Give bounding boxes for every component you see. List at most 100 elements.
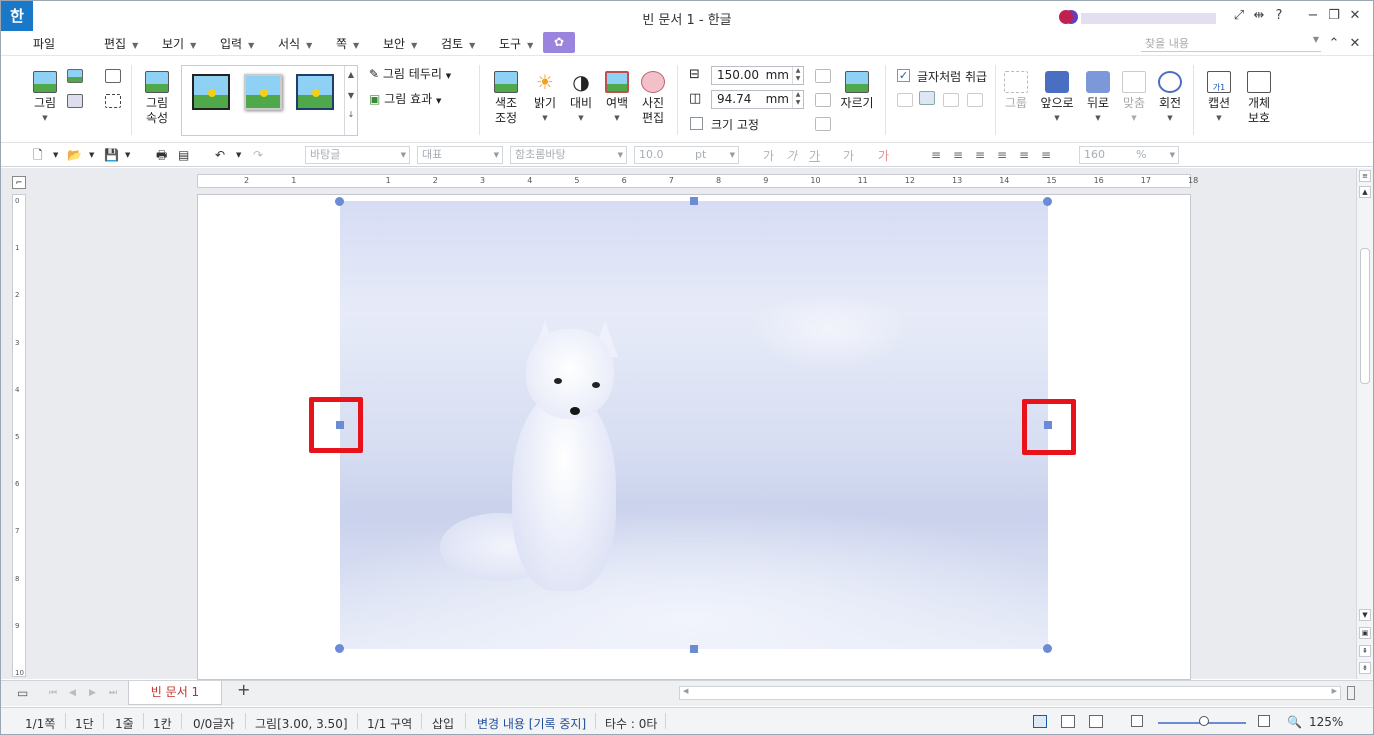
italic-button[interactable]: 가 bbox=[786, 147, 797, 164]
menu-file[interactable]: 파일 bbox=[33, 35, 55, 53]
insert-picture-button[interactable]: 그림 ▼ bbox=[29, 71, 61, 126]
picture-style-3[interactable] bbox=[296, 74, 334, 110]
page-view-button[interactable] bbox=[1033, 715, 1047, 728]
vertical-scrollbar[interactable]: ≡ ▲ ▼ ▣ ⇞ ⇟ bbox=[1356, 168, 1373, 679]
preview-icon[interactable]: ▤ bbox=[178, 147, 189, 163]
find-input[interactable]: 찾을 내용 ▼ bbox=[1141, 35, 1321, 52]
menu-format[interactable]: 서식 ▼ bbox=[278, 35, 312, 53]
menu-page[interactable]: 쪽 ▼ bbox=[336, 35, 359, 53]
menu-review[interactable]: 검토 ▼ bbox=[441, 35, 475, 53]
highlight-button[interactable]: 가 bbox=[878, 147, 889, 164]
fullscreen-icon[interactable]: ⤢ bbox=[1231, 8, 1247, 23]
save-icon[interactable]: 💾 bbox=[104, 147, 119, 163]
picture-layout-icon[interactable] bbox=[67, 94, 83, 108]
doc-tab[interactable]: 빈 문서 1 bbox=[128, 681, 222, 705]
align-button[interactable]: 맞춤 ▼ bbox=[1119, 71, 1149, 126]
align-center-icon[interactable]: ≡ bbox=[997, 147, 1007, 163]
zoom-out-icon[interactable] bbox=[1131, 715, 1143, 727]
scroll-up-icon[interactable]: ▲ bbox=[1359, 186, 1371, 198]
font-color-button[interactable]: 가 bbox=[843, 147, 854, 164]
selected-picture[interactable] bbox=[340, 201, 1048, 649]
width-fit-button[interactable] bbox=[1061, 715, 1075, 728]
picture-style-1[interactable] bbox=[192, 74, 230, 110]
collapse-ribbon-icon[interactable]: ⌃ bbox=[1326, 36, 1342, 51]
next-page-icon[interactable]: ⇟ bbox=[1359, 662, 1371, 674]
magnifier-icon[interactable]: 🔍 bbox=[1287, 715, 1302, 729]
zoom-slider-knob[interactable] bbox=[1199, 716, 1209, 726]
chevron-down-icon[interactable]: ▼ bbox=[1313, 35, 1319, 44]
resize-handle-bottom-right[interactable] bbox=[1043, 644, 1052, 653]
open-folder-icon[interactable]: 📂 bbox=[67, 147, 82, 163]
bring-front-button[interactable]: 앞으로 ▼ bbox=[1039, 71, 1075, 126]
prev-tab-icon[interactable]: ◀ bbox=[69, 685, 76, 701]
status-track-changes[interactable]: 변경 내용 [기록 중지] bbox=[477, 715, 586, 732]
scroll-left-icon[interactable]: ◀ bbox=[683, 687, 688, 695]
picture-context-tab[interactable]: ✿ bbox=[543, 32, 575, 53]
picture-style-2[interactable] bbox=[244, 74, 282, 110]
picture-effect-button[interactable]: ▣ 그림 효과 ▼ bbox=[369, 92, 441, 109]
scroll-right-icon[interactable]: ▶ bbox=[1332, 687, 1337, 695]
brightness-button[interactable]: ☀ 밝기 ▼ bbox=[531, 71, 559, 126]
wrap-square-icon[interactable] bbox=[897, 93, 913, 107]
new-doc-icon[interactable]: 🗋 bbox=[33, 147, 43, 163]
full-page-button[interactable] bbox=[1089, 715, 1103, 728]
group-button[interactable]: 그룹 bbox=[1001, 71, 1031, 111]
change-picture-icon[interactable] bbox=[67, 69, 83, 83]
account-avatar[interactable] bbox=[1059, 10, 1073, 24]
chevron-down-icon[interactable]: ▼ bbox=[53, 147, 58, 163]
last-tab-icon[interactable]: ⏭ bbox=[109, 685, 117, 701]
page-view-icon[interactable]: ▣ bbox=[1359, 627, 1371, 639]
same-size-icon[interactable] bbox=[815, 69, 831, 83]
align-left-icon[interactable]: ≡ bbox=[953, 147, 963, 163]
contrast-button[interactable]: ◑ 대비 ▼ bbox=[567, 71, 595, 126]
horizontal-scrollbar[interactable]: ◀ ▶ bbox=[679, 686, 1341, 700]
scroll-down-icon[interactable]: ▼ bbox=[1359, 609, 1371, 621]
rotate-picture-icon[interactable] bbox=[105, 69, 121, 83]
add-tab-button[interactable]: + bbox=[237, 682, 250, 698]
photo-edit-button[interactable]: 사진 편집 bbox=[639, 71, 667, 126]
align-divide-icon[interactable]: ≡ bbox=[1041, 147, 1051, 163]
line-spacing-combo[interactable]: 160% ▼ bbox=[1079, 146, 1179, 164]
gallery-scroll[interactable]: ▲ ▼ ↓ bbox=[344, 66, 357, 135]
scroll-thumb[interactable] bbox=[1360, 248, 1370, 384]
send-back-button[interactable]: 뒤로 ▼ bbox=[1083, 71, 1113, 126]
undo-icon[interactable]: ↶ bbox=[215, 147, 225, 163]
chevron-down-icon[interactable]: ▼ bbox=[236, 147, 241, 163]
picture-border-button[interactable]: ✎ 그림 테두리 ▼ bbox=[369, 67, 451, 84]
bold-button[interactable]: 가 bbox=[763, 147, 774, 164]
tab-stop-icon[interactable]: ⌐ bbox=[12, 176, 26, 189]
crop-button[interactable]: 자르기 bbox=[839, 71, 875, 111]
resize-handle-top[interactable] bbox=[690, 197, 698, 205]
split-view-icon[interactable]: ⇹ bbox=[1251, 8, 1267, 23]
menu-security[interactable]: 보안 ▼ bbox=[383, 35, 417, 53]
height-spinner[interactable]: ▲ ▼ bbox=[792, 91, 803, 108]
color-adjust-button[interactable]: 색조 조정 bbox=[489, 71, 523, 126]
wrap-front-icon[interactable] bbox=[967, 93, 983, 107]
resize-handle-bottom-left[interactable] bbox=[335, 644, 344, 653]
prev-page-icon[interactable]: ⇞ bbox=[1359, 645, 1371, 657]
chevron-down-icon[interactable]: ▼ bbox=[125, 147, 130, 163]
width-spinner[interactable]: ▲ ▼ bbox=[792, 67, 803, 84]
rotate-button[interactable]: 회전 ▼ bbox=[1155, 71, 1185, 126]
same-width-icon[interactable] bbox=[815, 93, 831, 107]
wrap-top-bottom-icon[interactable] bbox=[919, 91, 935, 105]
align-distribute-icon[interactable]: ≡ bbox=[1019, 147, 1029, 163]
select-area-icon[interactable] bbox=[105, 94, 121, 108]
minimize-icon[interactable]: − bbox=[1305, 8, 1321, 23]
resize-handle-top-right[interactable] bbox=[1043, 197, 1052, 206]
first-tab-icon[interactable]: ⏮ bbox=[49, 685, 57, 701]
same-height-icon[interactable] bbox=[815, 117, 831, 131]
resize-handle-bottom[interactable] bbox=[690, 645, 698, 653]
status-insert-mode[interactable]: 삽입 bbox=[432, 715, 454, 732]
align-right-icon[interactable]: ≡ bbox=[975, 147, 985, 163]
zoom-in-icon[interactable] bbox=[1258, 715, 1270, 727]
chevron-down-icon[interactable]: ▼ bbox=[89, 147, 94, 163]
underline-button[interactable]: 가 bbox=[809, 147, 820, 164]
restore-icon[interactable]: ❐ bbox=[1326, 8, 1342, 23]
height-input[interactable]: 94.74 mm ▲ ▼ bbox=[711, 90, 804, 109]
resize-handle-top-left[interactable] bbox=[335, 197, 344, 206]
tab-list-icon[interactable]: ▭ bbox=[17, 685, 28, 701]
status-zoom[interactable]: 125% bbox=[1309, 715, 1343, 729]
font-size-combo[interactable]: 10.0 pt ▼ bbox=[634, 146, 739, 164]
menu-insert[interactable]: 입력 ▼ bbox=[220, 35, 254, 53]
